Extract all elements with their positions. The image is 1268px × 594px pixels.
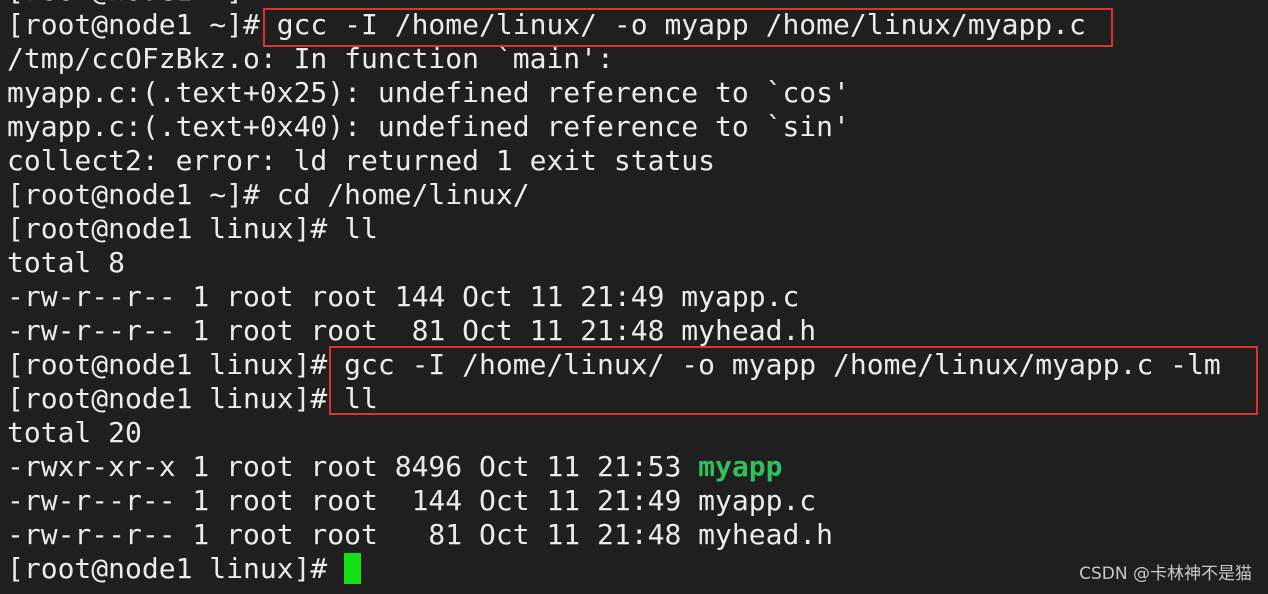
terminal-line: total 20 [7,416,1221,450]
terminal-line: -rw-r--r-- 1 root root 144 Oct 11 21:49 … [7,484,1221,518]
terminal-line: -rw-r--r-- 1 root root 81 Oct 11 21:48 m… [7,314,1221,348]
terminal-line: myapp.c:(.text+0x25): undefined referenc… [7,76,1221,110]
terminal-text: collect2: error: ld returned 1 exit stat… [7,144,716,177]
terminal-line: collect2: error: ld returned 1 exit stat… [7,144,1221,178]
terminal-cursor [344,553,362,584]
executable-name: myapp [698,450,783,483]
terminal-text: [root@node1 linux]# ll [7,382,378,415]
terminal-text: -rw-r--r-- 1 root root 144 Oct 11 21:49 … [7,484,817,517]
terminal-text: -rw-r--r-- 1 root root 81 Oct 11 21:48 m… [7,518,834,551]
terminal-output[interactable]: [root@node1 ~]# [root@node1 ~]# gcc -I /… [7,0,1221,586]
terminal-line: -rwxr-xr-x 1 root root 8496 Oct 11 21:53… [7,450,1221,484]
terminal-text: -rwxr-xr-x 1 root root 8496 Oct 11 21:53 [7,450,699,483]
terminal-text: myapp.c:(.text+0x25): undefined referenc… [7,76,850,109]
highlight-box-gcc-lm-command [329,346,1258,415]
terminal-text: [root@node1 linux]# ll [7,212,378,245]
terminal-text: [root@node1 ~]# cd /home/linux/ [7,178,530,211]
terminal-line: [root@node1 linux]# [7,552,1221,586]
terminal-line: /tmp/ccOFzBkz.o: In function `main': [7,42,1221,76]
terminal-text: -rw-r--r-- 1 root root 144 Oct 11 21:49 … [7,280,800,313]
terminal-line: [root@node1 linux]# ll [7,212,1221,246]
terminal-text: -rw-r--r-- 1 root root 81 Oct 11 21:48 m… [7,314,817,347]
terminal-line: total 8 [7,246,1221,280]
terminal-line: -rw-r--r-- 1 root root 144 Oct 11 21:49 … [7,280,1221,314]
terminal-text: [root@node1 linux]# [7,552,345,585]
terminal-line: -rw-r--r-- 1 root root 81 Oct 11 21:48 m… [7,518,1221,552]
terminal-line: myapp.c:(.text+0x40): undefined referenc… [7,110,1221,144]
terminal-line: [root@node1 ~]# [7,0,1221,8]
terminal-line: [root@node1 ~]# cd /home/linux/ [7,178,1221,212]
terminal-text: myapp.c:(.text+0x40): undefined referenc… [7,110,850,143]
highlight-box-gcc-command [263,8,1113,47]
terminal-text: total 8 [7,246,126,279]
terminal-text: [root@node1 ~]# [7,0,277,7]
terminal-text: total 20 [7,416,142,449]
watermark: CSDN @卡林神不是猫 [1079,564,1252,584]
